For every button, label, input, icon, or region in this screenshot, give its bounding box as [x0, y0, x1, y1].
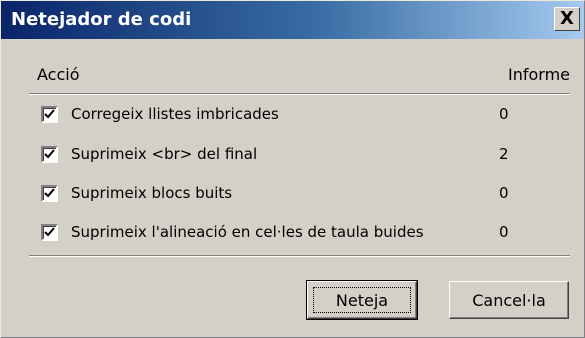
list-item: Suprimeix l'alineació en cel·les de taul… — [41, 223, 570, 245]
row-count: 0 — [499, 184, 509, 202]
cancel-button[interactable]: Cancel·la — [449, 281, 569, 319]
row-label: Suprimeix l'alineació en cel·les de taul… — [71, 223, 424, 241]
checkbox-remove-trailing-br[interactable] — [41, 146, 58, 163]
close-icon: X — [560, 8, 574, 29]
focus-rect — [313, 287, 411, 313]
row-count: 2 — [499, 145, 509, 163]
cleaner-dialog: Netejador de codi X Acció Informe Correg… — [0, 0, 585, 338]
cancel-button-label: Cancel·la — [472, 290, 546, 310]
row-count: 0 — [499, 223, 509, 241]
checkbox-remove-empty-cell-alignment[interactable] — [41, 224, 58, 241]
list-header: Acció Informe — [37, 65, 570, 87]
list-item: Corregeix llistes imbricades 0 — [41, 105, 570, 127]
list-item: Suprimeix <br> del final 2 — [41, 145, 570, 167]
checkmark-icon — [44, 149, 55, 159]
report-column-header: Informe — [507, 65, 570, 84]
action-column-header: Acció — [37, 65, 80, 84]
checkmark-icon — [44, 188, 55, 198]
checkbox-remove-empty-blocks[interactable] — [41, 185, 58, 202]
row-label: Corregeix llistes imbricades — [71, 105, 279, 123]
close-button[interactable]: X — [554, 7, 580, 31]
row-count: 0 — [499, 105, 509, 123]
clean-button[interactable]: Neteja — [306, 280, 418, 320]
row-label: Suprimeix <br> del final — [71, 145, 258, 163]
checkmark-icon — [44, 227, 55, 237]
header-divider — [29, 93, 570, 95]
list-item: Suprimeix blocs buits 0 — [41, 184, 570, 206]
checkmark-icon — [44, 109, 55, 119]
footer-divider — [29, 255, 570, 257]
row-label: Suprimeix blocs buits — [71, 184, 233, 202]
dialog-title: Netejador de codi — [11, 9, 192, 30]
checkbox-fix-nested-lists[interactable] — [41, 106, 58, 123]
title-bar[interactable]: Netejador de codi X — [1, 1, 584, 39]
